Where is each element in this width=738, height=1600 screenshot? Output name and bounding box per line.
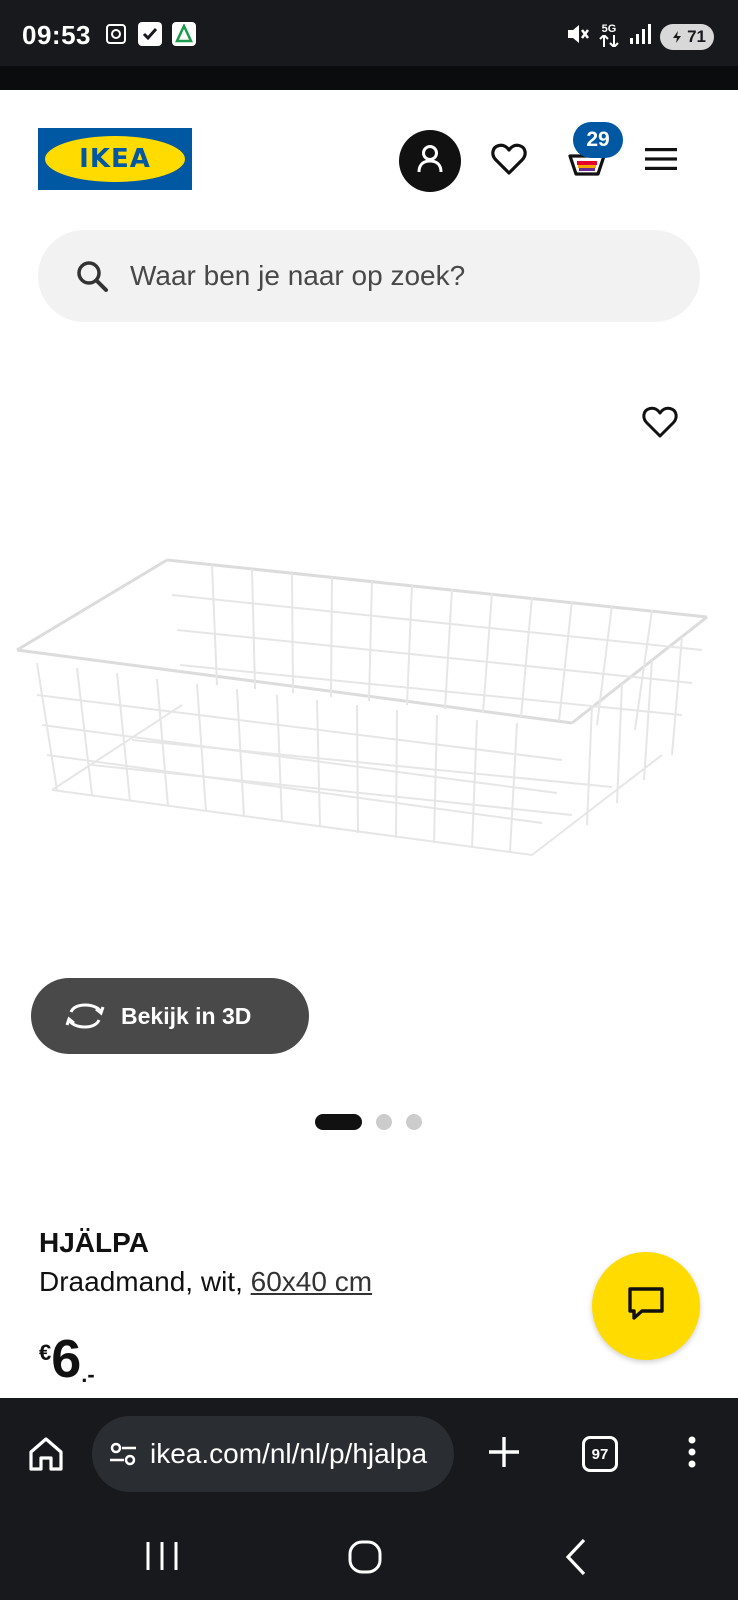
back-icon[interactable]	[560, 1536, 590, 1578]
chat-bubble-icon	[626, 1285, 666, 1328]
address-bar[interactable]: ikea.com/nl/nl/p/hjalpa	[92, 1416, 454, 1492]
new-tab-plus-icon[interactable]	[484, 1432, 524, 1472]
network-5g-icon: 5G	[598, 22, 620, 50]
favourites-button[interactable]	[484, 136, 534, 186]
search-bar[interactable]	[38, 230, 700, 322]
menu-button[interactable]	[636, 136, 686, 186]
search-input[interactable]	[130, 260, 650, 292]
product-type-text: Draadmand, wit,	[39, 1266, 251, 1297]
carousel-dot[interactable]	[376, 1114, 392, 1130]
network-label: 5G	[601, 22, 617, 35]
status-time: 09:53	[22, 20, 91, 50]
tab-switcher-button[interactable]: 97	[582, 1436, 618, 1472]
user-icon	[413, 142, 447, 181]
more-options-icon[interactable]	[680, 1432, 704, 1472]
battery-level: 71	[687, 26, 706, 46]
status-notification-icons	[104, 22, 196, 46]
signal-icon	[628, 22, 652, 51]
product-description: Draadmand, wit, 60x40 cm	[39, 1266, 372, 1298]
price-currency: €	[39, 1340, 52, 1365]
price-decimals: .-	[81, 1362, 95, 1387]
product-name: HJÄLPA	[39, 1227, 149, 1258]
product-price: € 6 .-	[39, 1332, 95, 1388]
image-carousel-indicator	[315, 1114, 422, 1130]
view-in-3d-label: Bekijk in 3D	[121, 1002, 252, 1029]
status-separator	[0, 66, 738, 90]
mute-icon	[564, 21, 590, 52]
battery-indicator: 71	[660, 23, 714, 50]
checkbox-icon	[138, 22, 162, 46]
rotate-3d-icon	[63, 1000, 107, 1032]
chat-button[interactable]	[592, 1252, 700, 1360]
view-in-3d-button[interactable]: Bekijk in 3D	[31, 978, 309, 1054]
logo-text: IKEA	[79, 144, 151, 174]
status-bar: 09:53 5G 71	[0, 0, 738, 90]
price-amount: 6	[51, 1329, 82, 1389]
account-button[interactable]	[399, 130, 461, 192]
screenshot-icon	[104, 22, 128, 46]
product-size-link[interactable]: 60x40 cm	[251, 1266, 372, 1297]
product-photo-wire-basket	[16, 558, 708, 857]
hamburger-menu-icon	[645, 146, 677, 177]
status-system-icons: 5G 71	[564, 21, 714, 52]
ikea-logo[interactable]: IKEA	[38, 128, 192, 190]
cart-count-badge: 29	[573, 122, 623, 158]
app-notification-icon	[172, 22, 196, 46]
product-favourite-button[interactable]	[636, 398, 684, 446]
home-icon[interactable]	[346, 1538, 384, 1576]
recent-apps-icon[interactable]	[142, 1540, 182, 1572]
carousel-dot[interactable]	[406, 1114, 422, 1130]
logo-oval: IKEA	[45, 136, 185, 182]
site-settings-icon[interactable]	[108, 1439, 138, 1469]
carousel-dot-active[interactable]	[315, 1114, 362, 1130]
heart-icon	[491, 142, 527, 181]
browser-home-icon[interactable]	[26, 1434, 66, 1474]
url-text: ikea.com/nl/nl/p/hjalpa	[150, 1438, 428, 1469]
search-icon	[74, 258, 110, 294]
heart-icon	[636, 406, 684, 450]
